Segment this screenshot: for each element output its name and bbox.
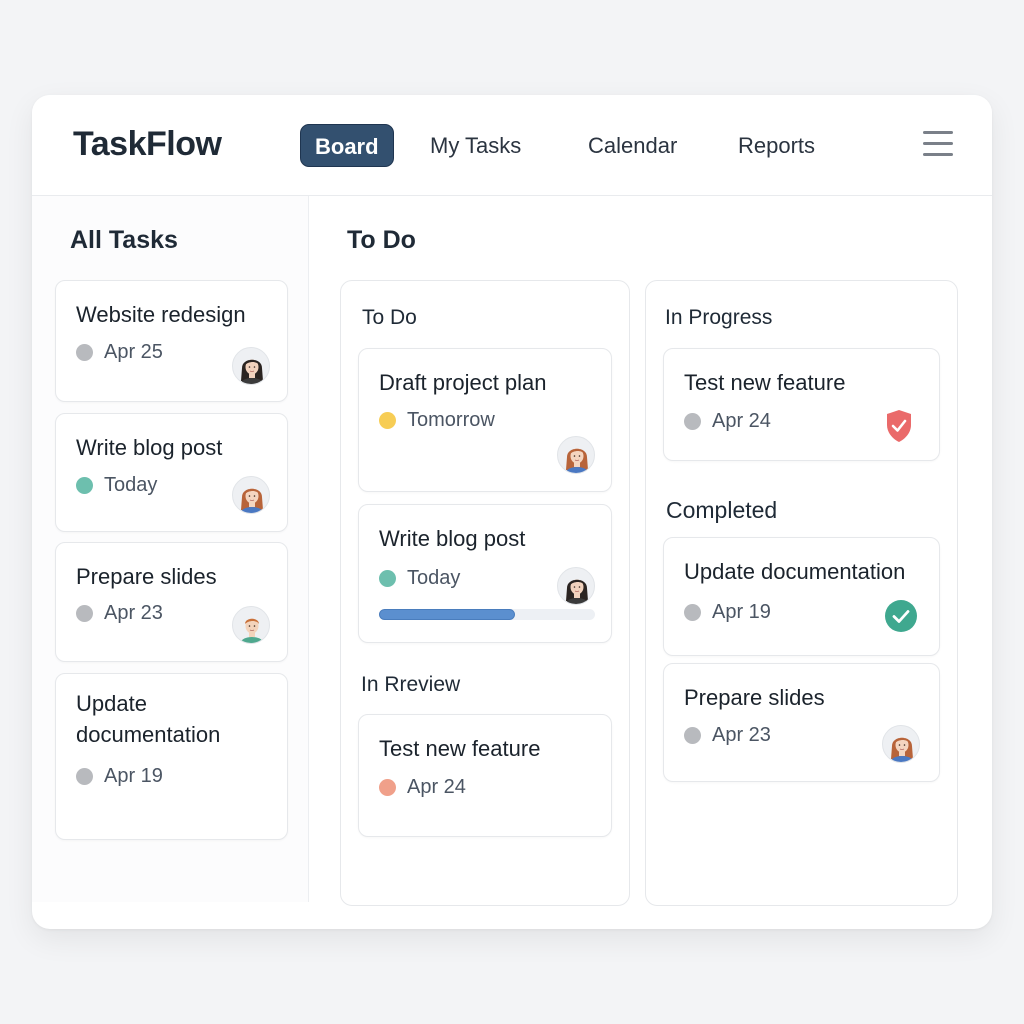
avatar xyxy=(557,436,595,474)
avatar xyxy=(232,606,270,644)
hamburger-menu-icon[interactable] xyxy=(923,131,953,157)
task-card[interactable]: Website redesign Apr 25 xyxy=(55,280,288,402)
due-date: Apr 19 xyxy=(712,601,771,623)
due-date: Apr 24 xyxy=(407,776,466,798)
task-card[interactable]: Update documentation Apr 19 xyxy=(55,673,288,840)
due-date: Apr 19 xyxy=(104,765,163,787)
task-card[interactable]: Test new feature Apr 24 xyxy=(663,348,940,461)
column-label-review: In Rreview xyxy=(361,673,461,696)
tab-my-tasks[interactable]: My Tasks xyxy=(430,124,521,167)
status-dot xyxy=(379,412,396,429)
task-title: Prepare slides xyxy=(76,564,217,589)
app-logo: TaskFlow xyxy=(73,125,222,163)
due-date: Apr 25 xyxy=(104,341,163,363)
task-title: Draft project plan xyxy=(379,370,547,395)
task-card[interactable]: Test new feature Apr 24 xyxy=(358,714,612,837)
column-label-in-progress: In Progress xyxy=(665,306,773,329)
progress-fill xyxy=(379,609,516,620)
avatar xyxy=(557,567,595,605)
due-date: Today xyxy=(407,567,461,589)
task-title: Update documentation xyxy=(684,559,906,584)
column-label-todo: To Do xyxy=(362,306,417,329)
status-dot xyxy=(684,727,701,744)
column-label-completed: Completed xyxy=(666,497,778,523)
due-date: Apr 24 xyxy=(712,410,771,432)
task-card[interactable]: Write blog post Today xyxy=(55,413,288,532)
task-title: Test new feature xyxy=(379,736,541,761)
tab-board[interactable]: Board xyxy=(300,124,394,167)
task-title: Write blog post xyxy=(379,526,526,551)
shield-check-icon xyxy=(887,410,911,442)
avatar xyxy=(882,725,920,763)
status-dot xyxy=(379,570,396,587)
task-card[interactable]: Draft project plan Tomorrow xyxy=(358,348,612,492)
tab-reports[interactable]: Reports xyxy=(738,124,815,167)
todo-column: To Do Draft project plan Tomorrow Write … xyxy=(340,280,630,906)
status-dot xyxy=(76,768,93,785)
task-card[interactable]: Prepare slides Apr 23 xyxy=(663,663,940,782)
tab-calendar[interactable]: Calendar xyxy=(588,124,677,167)
all-tasks-title: All Tasks xyxy=(70,226,178,254)
task-card[interactable]: Prepare slides Apr 23 xyxy=(55,542,288,662)
task-title: Update documentation xyxy=(76,691,221,747)
due-date: Tomorrow xyxy=(407,409,495,431)
board-title: To Do xyxy=(347,226,416,254)
status-dot xyxy=(684,413,701,430)
status-dot xyxy=(684,604,701,621)
avatar xyxy=(232,476,270,514)
task-title: Write blog post xyxy=(76,435,223,460)
status-dot xyxy=(76,344,93,361)
task-title: Website redesign xyxy=(76,302,246,327)
due-date: Apr 23 xyxy=(104,602,163,624)
status-dot xyxy=(76,477,93,494)
task-card[interactable]: Update documentation Apr 19 xyxy=(663,537,940,656)
app-window: TaskFlow Board My Tasks Calendar Reports… xyxy=(32,95,992,929)
progress-bar xyxy=(379,609,595,620)
due-date: Apr 23 xyxy=(712,724,771,746)
task-card[interactable]: Write blog post Today xyxy=(358,504,612,643)
due-date: Today xyxy=(104,474,158,496)
status-dot xyxy=(76,605,93,622)
status-dot xyxy=(379,779,396,796)
in-progress-column: In Progress Test new feature Apr 24 Comp… xyxy=(645,280,958,906)
task-title: Prepare slides xyxy=(684,685,825,710)
task-title: Test new feature xyxy=(684,370,846,395)
avatar xyxy=(232,347,270,385)
top-header: TaskFlow Board My Tasks Calendar Reports xyxy=(32,95,992,196)
all-tasks-sidebar: All Tasks Website redesign Apr 25 Write … xyxy=(32,196,309,902)
check-circle-icon xyxy=(885,600,917,632)
